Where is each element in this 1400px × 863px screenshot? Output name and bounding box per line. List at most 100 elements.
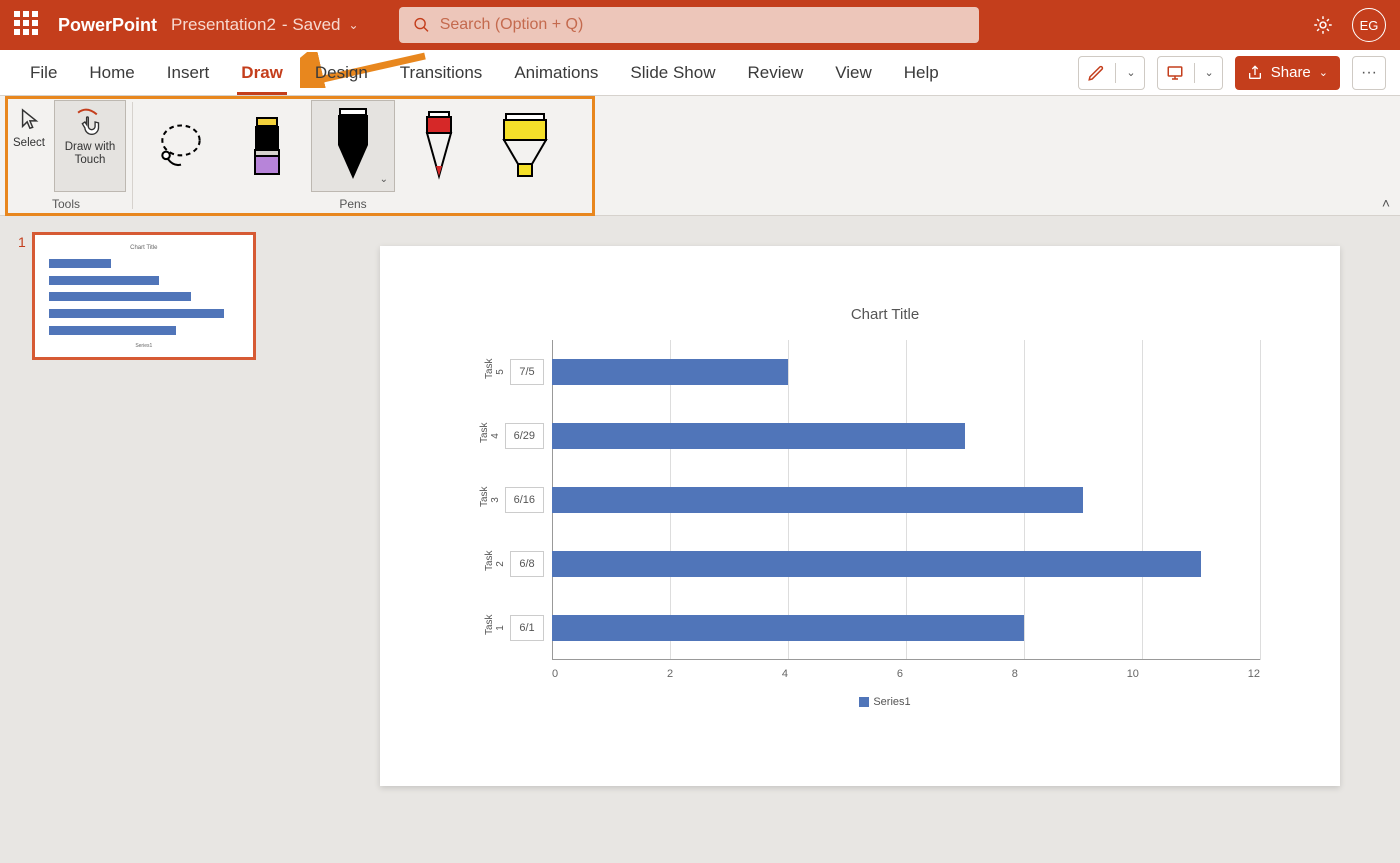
y-cat-2: Task 3 <box>479 493 501 507</box>
presenter-icon <box>1166 64 1184 82</box>
tab-transitions[interactable]: Transitions <box>384 50 499 95</box>
user-avatar[interactable]: EG <box>1352 8 1386 42</box>
doc-menu-chevron-icon[interactable]: ⌄ <box>349 18 359 32</box>
pencil-icon <box>1087 64 1105 82</box>
chart-x-ticks: 0 2 4 6 8 10 12 <box>552 668 1260 680</box>
bar <box>552 359 788 385</box>
chart-x-axis <box>552 659 1260 660</box>
chart-y-labels: Task 5 7/5 Task 4 6/29 Task 3 6/16 Task 2 6/… <box>470 340 550 660</box>
highlighter-yellow-button[interactable] <box>483 100 567 192</box>
collapse-ribbon-button[interactable]: ˄ <box>1382 195 1390 211</box>
draw-with-touch-button[interactable]: Draw with Touch <box>54 100 126 192</box>
more-options-button[interactable]: ··· <box>1352 56 1386 90</box>
chart-plot-area <box>552 340 1260 660</box>
x-tick: 4 <box>782 668 788 680</box>
bar-row <box>552 487 1260 513</box>
chart-legend: Series1 <box>470 696 1300 708</box>
chevron-down-icon: ⌄ <box>380 174 388 185</box>
thumbnail-pane[interactable]: 1 Chart Title Series1 <box>0 216 300 863</box>
app-name: PowerPoint <box>58 15 157 36</box>
bar-row <box>552 551 1260 577</box>
legend-swatch <box>859 697 869 707</box>
y-cat-1: Task 4 <box>479 429 501 443</box>
search-input[interactable] <box>440 16 965 34</box>
app-launcher-icon[interactable] <box>14 11 42 39</box>
chart[interactable]: Chart Title Task 5 7/5 Task 4 6/29 Task 3 6… <box>470 306 1300 736</box>
bar <box>552 423 965 449</box>
tab-home[interactable]: Home <box>73 50 150 95</box>
select-tool-button[interactable]: Select <box>6 100 52 192</box>
tab-insert[interactable]: Insert <box>151 50 226 95</box>
search-box[interactable] <box>399 7 979 43</box>
tab-file[interactable]: File <box>14 50 73 95</box>
bar-row <box>552 359 1260 385</box>
tab-animations[interactable]: Animations <box>498 50 614 95</box>
bar <box>552 551 1201 577</box>
x-tick: 12 <box>1248 668 1260 680</box>
pen-black-button[interactable]: ⌄ <box>311 100 395 192</box>
ribbon-tabs: File Home Insert Draw Design Transitions… <box>0 50 1400 96</box>
y-val-3: 6/8 <box>510 551 544 577</box>
x-tick: 0 <box>552 668 558 680</box>
share-button[interactable]: Share ⌄ <box>1235 56 1340 90</box>
y-val-2: 6/16 <box>505 487 544 513</box>
search-icon <box>413 16 430 34</box>
ribbon-draw: Select Draw with Touch Tools <box>0 96 1400 216</box>
workspace: 1 Chart Title Series1 Chart Title Task 5… <box>0 216 1400 863</box>
ribbon-group-tools: Select Draw with Touch Tools <box>0 96 132 215</box>
settings-gear-icon[interactable] <box>1312 14 1334 36</box>
chevron-down-icon: ⌄ <box>1205 66 1214 79</box>
chart-title: Chart Title <box>470 306 1300 323</box>
thumbnail-number: 1 <box>18 232 26 250</box>
document-status: - Saved <box>282 15 341 35</box>
x-tick: 6 <box>897 668 903 680</box>
pen-black-icon <box>328 107 378 185</box>
tab-draw[interactable]: Draw <box>225 50 299 95</box>
lasso-icon <box>153 118 209 174</box>
lasso-select-button[interactable] <box>139 100 223 192</box>
ribbon-group-pens: ⌄ Pens <box>133 96 573 215</box>
chevron-down-icon: ⌄ <box>1319 66 1328 79</box>
share-icon <box>1247 65 1263 81</box>
tab-slideshow[interactable]: Slide Show <box>614 50 731 95</box>
draw-touch-label: Draw with Touch <box>55 141 125 167</box>
select-tool-label: Select <box>13 137 45 149</box>
share-label: Share <box>1271 64 1311 81</box>
tab-view[interactable]: View <box>819 50 888 95</box>
group-label-tools: Tools <box>52 195 80 213</box>
cursor-icon <box>18 107 40 133</box>
document-name[interactable]: Presentation2 <box>171 15 276 35</box>
tab-help[interactable]: Help <box>888 50 955 95</box>
eraser-button[interactable] <box>225 100 309 192</box>
thumbnail-legend: Series1 <box>49 343 239 349</box>
bar-row <box>552 615 1260 641</box>
y-val-4: 6/1 <box>510 615 544 641</box>
y-cat-0: Task 5 <box>484 365 506 379</box>
pen-red-icon <box>419 110 459 182</box>
slide-thumbnail-row: 1 Chart Title Series1 <box>18 232 282 360</box>
bar-row <box>552 423 1260 449</box>
tab-design[interactable]: Design <box>299 50 384 95</box>
tab-review[interactable]: Review <box>731 50 819 95</box>
x-tick: 8 <box>1012 668 1018 680</box>
present-mode-button[interactable]: ⌄ <box>1157 56 1223 90</box>
touch-draw-icon <box>73 107 107 137</box>
y-val-0: 7/5 <box>510 359 544 385</box>
slide-editor[interactable]: Chart Title Task 5 7/5 Task 4 6/29 Task 3 6… <box>300 216 1400 863</box>
slide-canvas[interactable]: Chart Title Task 5 7/5 Task 4 6/29 Task 3 6… <box>380 246 1340 786</box>
x-tick: 2 <box>667 668 673 680</box>
editing-mode-button[interactable]: ⌄ <box>1078 56 1144 90</box>
title-bar: PowerPoint Presentation2 - Saved ⌄ EG <box>0 0 1400 50</box>
chevron-down-icon: ⌄ <box>1126 66 1135 79</box>
y-cat-3: Task 2 <box>484 557 506 571</box>
slide-thumbnail-1[interactable]: Chart Title Series1 <box>32 232 256 360</box>
group-label-pens: Pens <box>339 195 366 213</box>
y-val-1: 6/29 <box>505 423 544 449</box>
x-tick: 10 <box>1127 668 1139 680</box>
pen-red-button[interactable] <box>397 100 481 192</box>
bar <box>552 615 1024 641</box>
bar <box>552 487 1083 513</box>
eraser-icon <box>246 114 288 178</box>
legend-label: Series1 <box>873 696 910 708</box>
y-cat-4: Task 1 <box>484 621 506 635</box>
